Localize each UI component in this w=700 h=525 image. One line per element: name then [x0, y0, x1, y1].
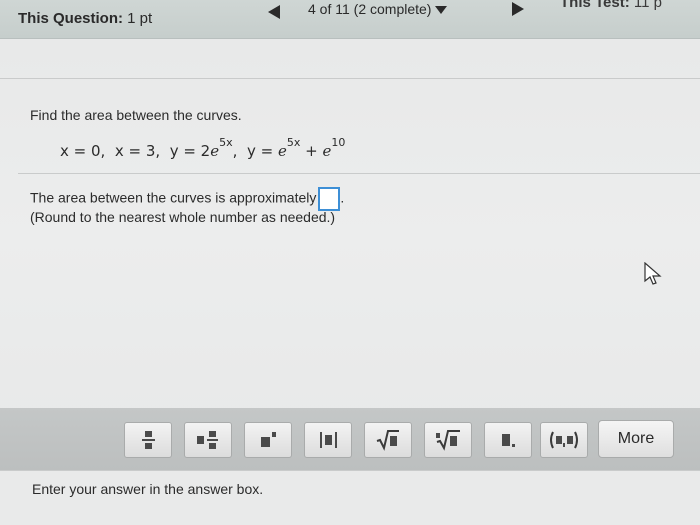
progress-text: 4 of 11 (2 complete): [308, 1, 432, 17]
curve-equations: x = 0, x = 3, y = 2e5x, y = e5x + e10: [60, 136, 346, 160]
mixed-number-icon: [197, 431, 218, 449]
equation-plus: +: [305, 142, 318, 160]
more-button[interactable]: More: [598, 420, 674, 458]
chevron-down-icon: [435, 6, 448, 15]
divider: [0, 78, 700, 79]
mixed-number-button[interactable]: [184, 422, 232, 458]
equation-y1-exponent: 5x: [219, 136, 233, 149]
equation-x0: x = 0,: [60, 142, 106, 160]
equation-y2-prefix: y =: [246, 142, 274, 160]
decimal-icon: [502, 434, 515, 447]
exponent-icon: [261, 432, 276, 447]
equation-x3: x = 3,: [114, 142, 161, 160]
question-progress-dropdown[interactable]: 4 of 11 (2 complete): [308, 1, 448, 17]
square-root-icon: [376, 430, 399, 451]
divider: [18, 173, 700, 174]
equation-y2-exponent2: 10: [331, 136, 346, 149]
equation-y1-prefix: y = 2: [169, 142, 211, 160]
previous-question-button[interactable]: [268, 5, 280, 19]
question-screen: This Question: 1 pt 4 of 11 (2 complete)…: [0, 0, 700, 525]
question-prompt: Find the area between the curves.: [30, 107, 242, 123]
exponent-button[interactable]: [244, 422, 292, 458]
absolute-value-icon: [320, 432, 337, 448]
question-header: This Question: 1 pt 4 of 11 (2 complete)…: [0, 0, 700, 39]
equation-y2-base: e: [277, 142, 287, 160]
next-question-button[interactable]: [512, 2, 524, 16]
fraction-icon: [142, 431, 155, 449]
test-points-value: 11 p: [633, 0, 662, 11]
test-points-label: This Test: 11 p: [560, 0, 662, 11]
nth-root-icon: [436, 430, 460, 451]
interval-button[interactable]: [540, 422, 588, 458]
nth-root-button[interactable]: [424, 422, 472, 458]
question-points-value: 1 pt: [127, 10, 153, 27]
equation-y2-exponent: 5x: [286, 136, 301, 149]
status-text: Enter your answer in the answer box.: [32, 481, 264, 497]
decimal-button[interactable]: [484, 422, 532, 458]
answer-input[interactable]: [318, 187, 341, 211]
square-root-button[interactable]: [364, 422, 412, 458]
interval-icon: [550, 431, 578, 449]
mouse-cursor-icon: [644, 262, 662, 285]
answer-text: The area between the curves is approxima…: [30, 189, 317, 206]
answer-statement: The area between the curves is approxima…: [30, 187, 344, 211]
equation-y1-base: e: [210, 142, 220, 160]
math-toolbar: More: [0, 408, 700, 470]
status-bar: Enter your answer in the answer box.: [0, 470, 700, 525]
rounding-note: (Round to the nearest whole number as ne…: [30, 209, 336, 225]
question-points-label: This Question: 1 pt: [18, 10, 153, 27]
fraction-button[interactable]: [124, 422, 172, 458]
absolute-value-button[interactable]: [304, 422, 352, 458]
